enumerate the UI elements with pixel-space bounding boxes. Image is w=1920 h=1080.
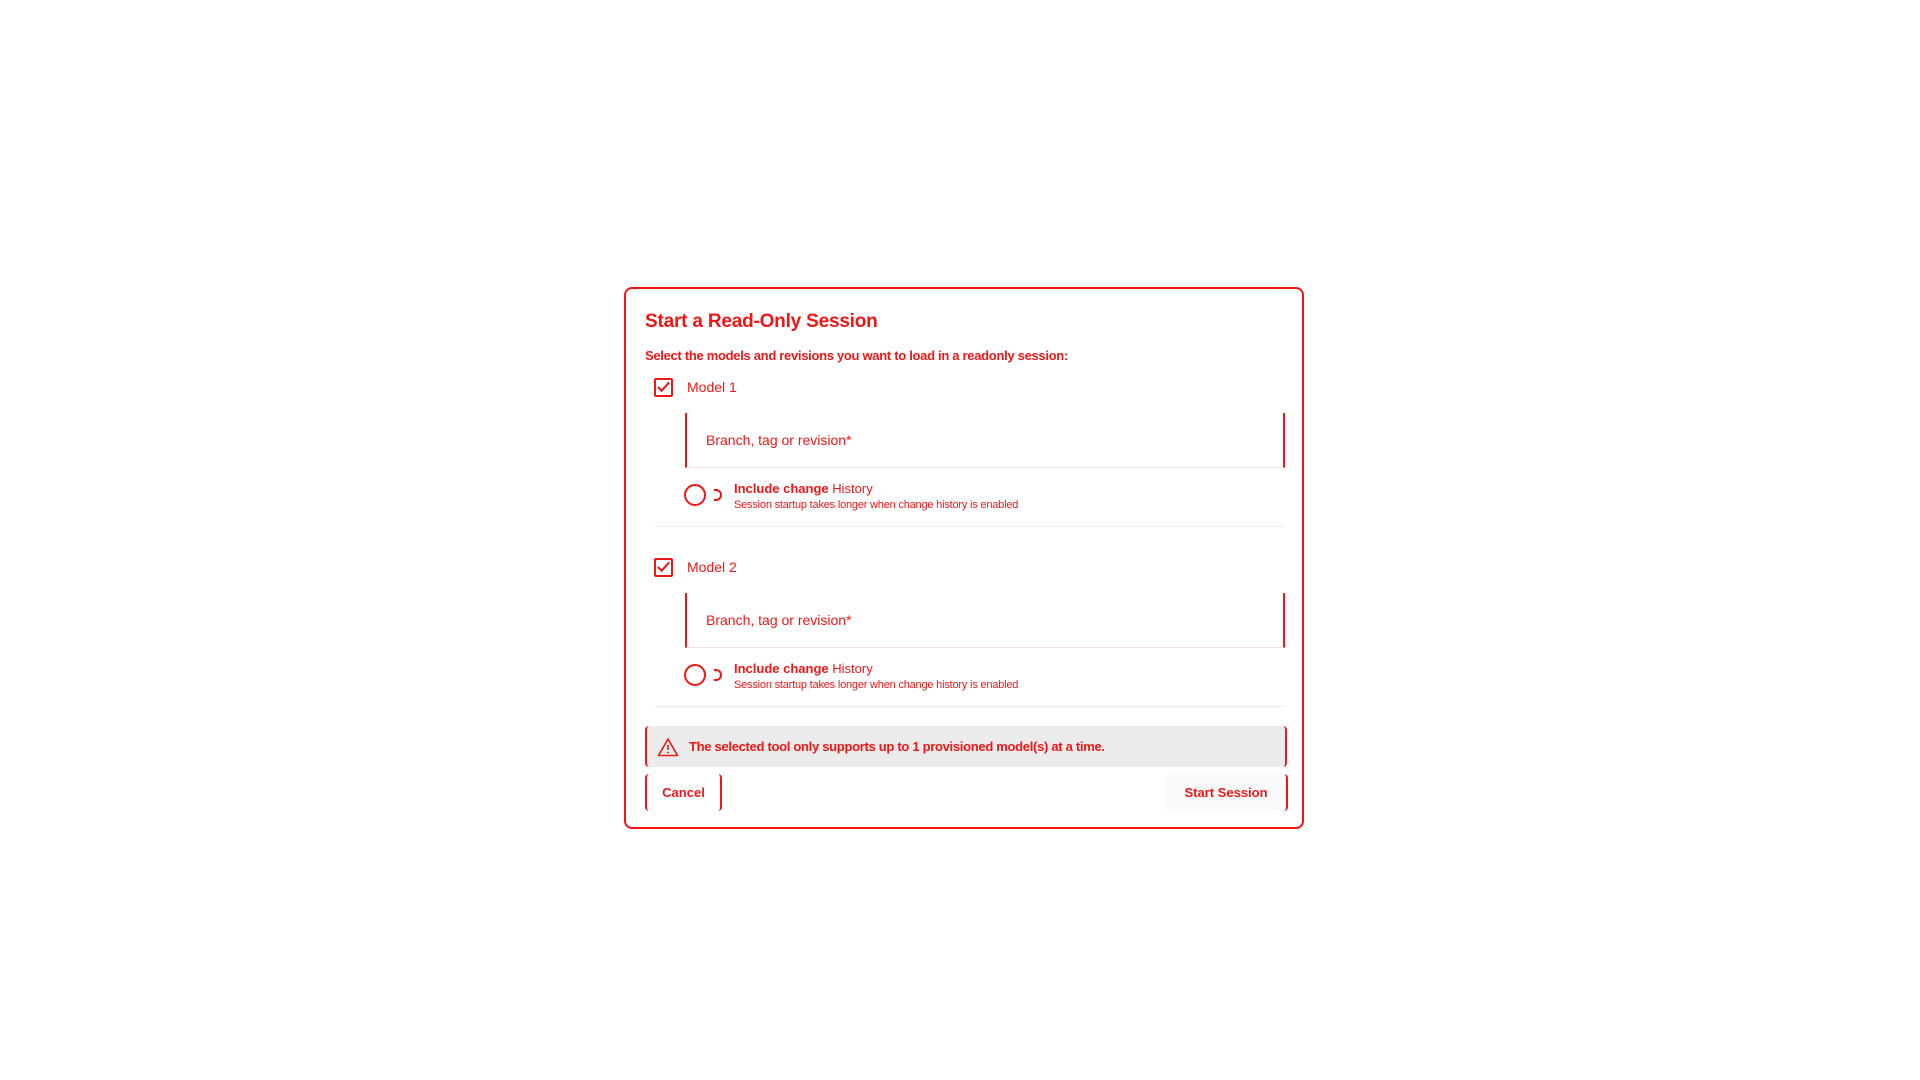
model-1-history-label: Include change History <box>734 481 1018 496</box>
history-label-rest: History <box>828 481 873 496</box>
model-2-history-toggle[interactable] <box>684 664 724 688</box>
model-2-history-text: Include change History Session startup t… <box>734 661 1018 691</box>
toggle-knob <box>684 664 706 686</box>
checkmark-icon <box>657 561 670 573</box>
toggle-knob <box>684 484 706 506</box>
model-1-history-text: Include change History Session startup t… <box>734 481 1018 511</box>
model-1-divider <box>655 526 1285 527</box>
dialog-title: Start a Read-Only Session <box>645 311 878 332</box>
warning-message: The selected tool only supports up to 1 … <box>689 739 1105 754</box>
model-2-name: Model 2 <box>687 559 737 575</box>
model-1-name: Model 1 <box>687 379 737 395</box>
toggle-track <box>714 489 722 501</box>
model-1-history-option: Include change History Session startup t… <box>684 481 1018 511</box>
history-label-bold: Include change <box>734 661 829 676</box>
checkmark-icon <box>657 381 670 393</box>
read-only-session-dialog: Start a Read-Only Session Select the mod… <box>624 287 1304 829</box>
model-1-checkbox[interactable] <box>654 377 673 397</box>
model-2-header: Model 2 <box>654 556 737 578</box>
history-label-bold: Include change <box>734 481 829 496</box>
warning-banner: The selected tool only supports up to 1 … <box>645 726 1287 767</box>
model-2-checkbox[interactable] <box>654 557 673 577</box>
model-2-history-option: Include change History Session startup t… <box>684 661 1018 691</box>
model-2-divider <box>655 706 1285 707</box>
model-2-history-label: Include change History <box>734 661 1018 676</box>
model-2-history-description: Session startup takes longer when change… <box>734 679 1019 691</box>
model-1-header: Model 1 <box>654 376 737 398</box>
model-2-revision-input[interactable] <box>685 593 1285 648</box>
dialog-subtitle: Select the models and revisions you want… <box>645 348 1068 363</box>
model-1-history-toggle[interactable] <box>684 484 724 508</box>
cancel-button[interactable]: Cancel <box>645 774 722 811</box>
model-1-history-description: Session startup takes longer when change… <box>734 499 1019 511</box>
start-session-button[interactable]: Start Session <box>1166 774 1288 811</box>
warning-triangle-icon <box>657 737 679 756</box>
model-1-revision-input[interactable] <box>685 413 1285 468</box>
toggle-track <box>714 669 722 681</box>
history-label-rest: History <box>828 661 873 676</box>
